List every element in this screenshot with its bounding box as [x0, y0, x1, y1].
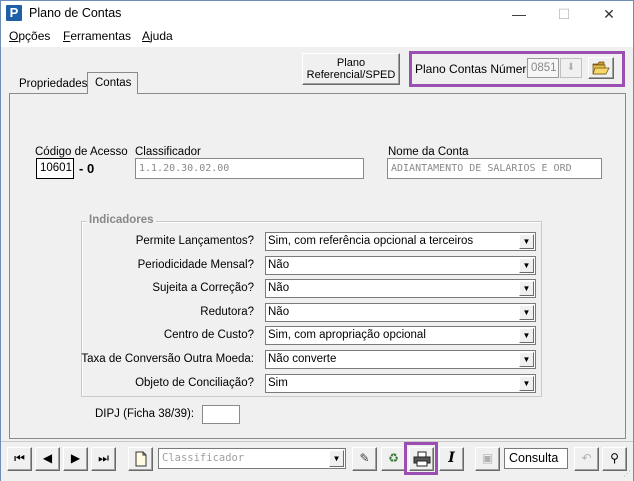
sujeita-correcao-label: Sujeita a Correção?: [152, 282, 254, 294]
last-record-icon: ⏭: [98, 451, 109, 465]
objeto-conciliacao-label: Objeto de Conciliação?: [135, 377, 254, 389]
menu-ferramentas[interactable]: Ferramentas: [63, 29, 131, 43]
plano-contas-numero-field[interactable]: 0851: [527, 58, 559, 78]
open-folder-icon: [592, 61, 610, 75]
window-title: Plano de Contas: [29, 6, 122, 20]
taxa-conversao-label: Taxa de Conversão Outra Moeda:: [81, 353, 254, 365]
menu-opcoes-mnemonic: O: [9, 29, 19, 43]
plano-referencial-button[interactable]: Plano Referencial/SPED: [302, 53, 400, 85]
save-disk-icon: ▣: [481, 451, 494, 465]
permite-lancamentos-value: Sim, com referência opcional a terceiros: [268, 235, 474, 247]
sujeita-correcao-select[interactable]: Não ▼: [265, 279, 536, 298]
dipj-input[interactable]: [202, 405, 240, 424]
menu-ajuda-label: juda: [150, 29, 173, 43]
undo-icon: ↶: [581, 451, 592, 465]
open-folder-button[interactable]: [588, 57, 614, 79]
menu-ajuda-mnemonic: A: [142, 29, 151, 43]
italic-icon: I: [448, 450, 455, 466]
tab-contas[interactable]: Contas: [87, 72, 138, 94]
classificador-search-combo[interactable]: Classificador ▼: [158, 448, 346, 469]
chevron-down-icon[interactable]: ▼: [519, 281, 534, 296]
edit-record-button[interactable]: ✎: [352, 447, 377, 471]
sujeita-correcao-value: Não: [268, 282, 290, 294]
new-record-button[interactable]: [128, 447, 153, 471]
codigo-acesso-input[interactable]: 10601: [36, 158, 74, 179]
edit-document-icon: ✎: [359, 451, 370, 465]
resize-grip-icon[interactable]: ⋰: [623, 469, 631, 478]
italic-button[interactable]: I: [439, 447, 464, 471]
search-button[interactable]: ⚲: [602, 447, 627, 471]
down-arrow-icon[interactable]: ⬇: [560, 58, 582, 78]
previous-record-icon: ◀: [42, 451, 53, 465]
tab-propriedades[interactable]: Propriedades: [15, 76, 87, 93]
binoculars-icon: ⚲: [610, 451, 619, 465]
chevron-down-icon[interactable]: ▼: [519, 328, 534, 343]
first-record-button[interactable]: ⏮: [7, 447, 32, 471]
codigo-acesso-label: Código de Acesso: [35, 146, 128, 158]
dipj-label: DIPJ (Ficha 38/39):: [95, 408, 195, 420]
redutora-value: Não: [268, 306, 290, 318]
redutora-select[interactable]: Não ▼: [265, 303, 536, 322]
centro-custo-select[interactable]: Sim, com apropriação opcional ▼: [265, 326, 536, 345]
objeto-conciliacao-value: Sim: [268, 377, 288, 389]
classificador-search-placeholder: Classificador: [162, 452, 245, 464]
nome-conta-label: Nome da Conta: [388, 146, 469, 158]
delete-record-button[interactable]: ♻: [381, 447, 406, 471]
chevron-down-icon[interactable]: ▼: [519, 258, 534, 273]
last-record-button[interactable]: ⏭: [91, 447, 116, 471]
mode-status-field: Consulta: [504, 448, 568, 469]
menu-bar: Opções Ferramentas Ajuda: [1, 27, 633, 47]
next-record-icon: ▶: [70, 451, 81, 465]
app-icon: P: [6, 5, 22, 21]
permite-lancamentos-select[interactable]: Sim, com referência opcional a terceiros…: [265, 232, 536, 251]
undo-button[interactable]: ↶: [574, 447, 599, 471]
recycle-bin-icon: ♻: [388, 451, 399, 465]
printer-icon: [413, 451, 430, 467]
next-record-button[interactable]: ▶: [63, 447, 88, 471]
objeto-conciliacao-select[interactable]: Sim ▼: [265, 374, 536, 393]
chevron-down-icon[interactable]: ▼: [329, 450, 344, 467]
chevron-down-icon[interactable]: ▼: [519, 352, 534, 367]
codigo-digito: - 0: [79, 161, 95, 176]
centro-custo-label: Centro de Custo?: [163, 329, 254, 341]
periodicidade-mensal-label: Periodicidade Mensal?: [137, 259, 254, 271]
chevron-down-icon[interactable]: ▼: [519, 376, 534, 391]
periodicidade-mensal-value: Não: [268, 259, 290, 271]
new-document-icon: [135, 451, 146, 467]
maximize-button[interactable]: ☐: [542, 1, 586, 27]
taxa-conversao-select[interactable]: Não converte ▼: [265, 350, 536, 369]
menu-ajuda[interactable]: Ajuda: [142, 29, 173, 43]
print-button[interactable]: [409, 447, 434, 471]
plano-referencial-line1: Plano: [336, 57, 366, 69]
menu-opcoes[interactable]: Opções: [9, 29, 50, 43]
main-window: P Plano de Contas — ☐ ✕ Opções Ferrament…: [0, 0, 634, 481]
chevron-down-icon[interactable]: ▼: [519, 305, 534, 320]
taxa-conversao-value: Não converte: [268, 353, 337, 365]
menu-ferramentas-label: erramentas: [70, 29, 132, 43]
close-button[interactable]: ✕: [587, 1, 631, 27]
chevron-down-icon[interactable]: ▼: [519, 234, 534, 249]
centro-custo-value: Sim, com apropriação opcional: [268, 329, 426, 341]
first-record-icon: ⏮: [14, 451, 25, 465]
nome-conta-field[interactable]: ADIANTAMENTO DE SALARIOS E ORD: [387, 158, 602, 179]
save-button[interactable]: ▣: [475, 447, 500, 471]
plano-referencial-line2: Referencial/SPED: [306, 69, 396, 81]
classificador-field[interactable]: 1.1.20.30.02.00: [135, 158, 364, 179]
minimize-button[interactable]: —: [497, 1, 541, 27]
menu-opcoes-label: pções: [18, 29, 51, 43]
periodicidade-mensal-select[interactable]: Não ▼: [265, 256, 536, 275]
redutora-label: Redutora?: [200, 306, 254, 318]
indicadores-title: Indicadores: [87, 214, 156, 226]
classificador-label: Classificador: [135, 146, 201, 158]
permite-lancamentos-label: Permite Lançamentos?: [135, 235, 254, 247]
title-bar: P Plano de Contas — ☐ ✕: [1, 1, 633, 27]
previous-record-button[interactable]: ◀: [35, 447, 60, 471]
plano-contas-label: Plano Contas Número: [415, 62, 534, 76]
